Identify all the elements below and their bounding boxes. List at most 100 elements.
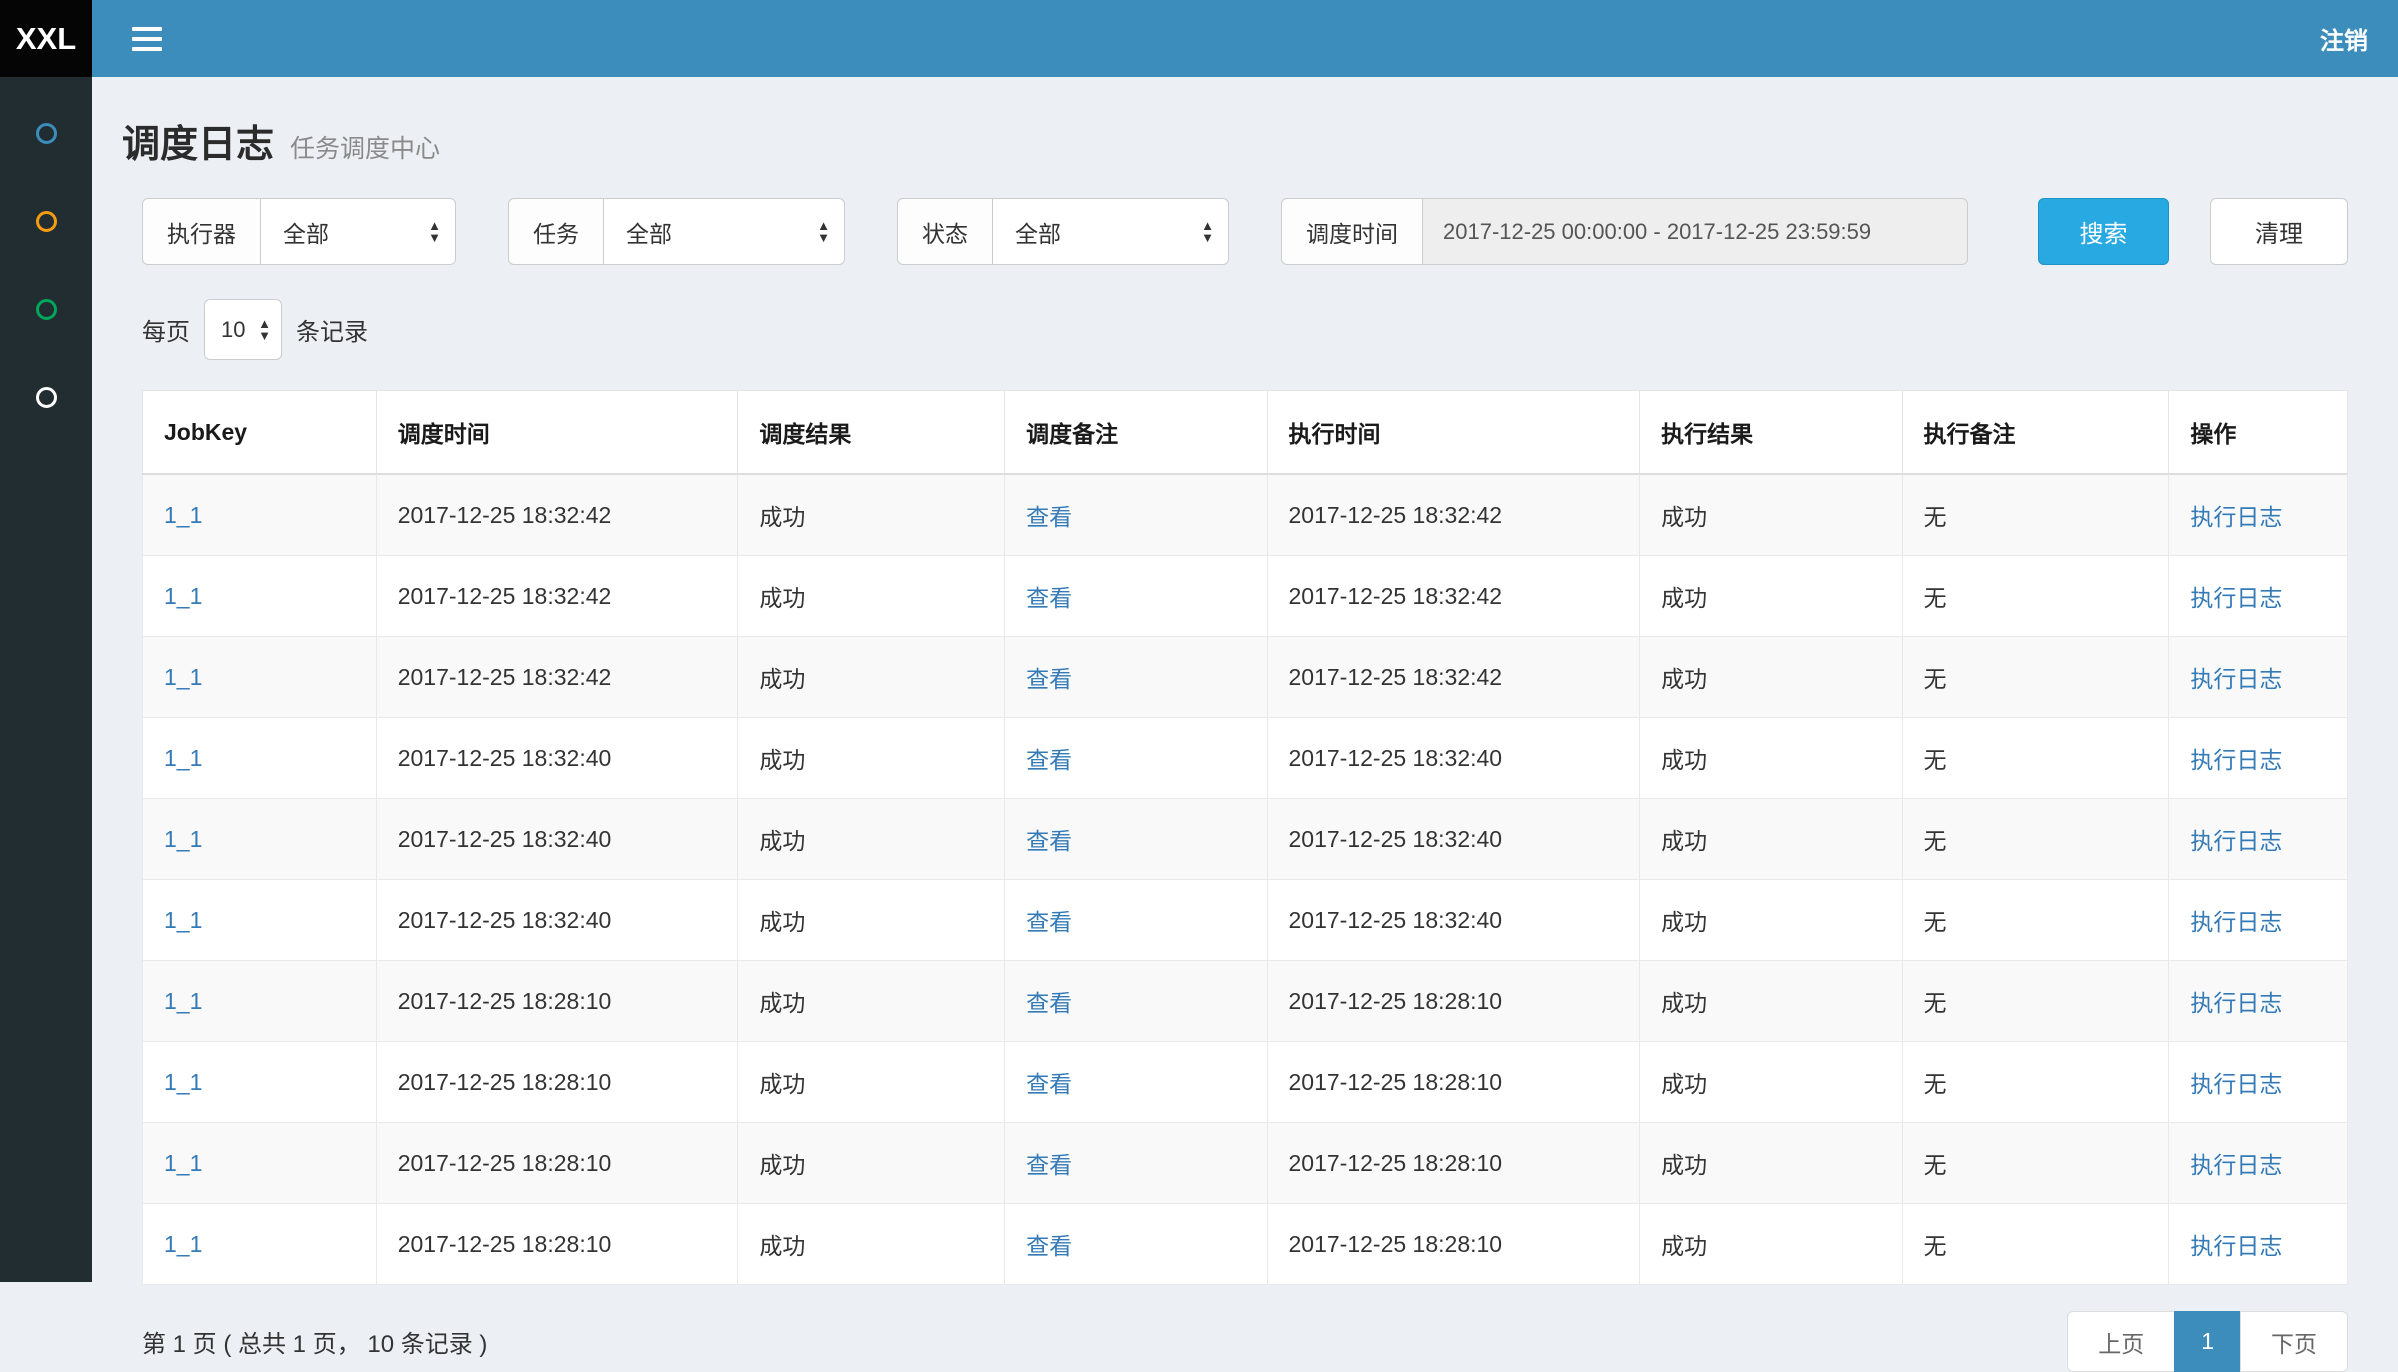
executor-select[interactable]: 全部 ▲▼ <box>260 198 456 265</box>
handle-msg-cell: 无 <box>1902 799 2169 880</box>
table-cell: 1_1 <box>143 1123 377 1204</box>
page-size-prefix-label: 每页 <box>142 312 190 347</box>
trigger-time-cell: 2017-12-25 18:32:40 <box>376 718 738 799</box>
trigger-msg-link[interactable]: 查看 <box>1026 828 1072 854</box>
execution-log-link[interactable]: 执行日志 <box>2190 585 2282 611</box>
page-size-value: 10 <box>221 317 245 343</box>
clear-button[interactable]: 清理 <box>2210 198 2348 265</box>
table-cell: 执行日志 <box>2169 880 2348 961</box>
handle-result-cell: 成功 <box>1640 637 1902 718</box>
jobkey-link[interactable]: 1_1 <box>164 907 202 933</box>
sidebar-item-1[interactable] <box>0 89 92 177</box>
table-cell: 执行日志 <box>2169 961 2348 1042</box>
table-row: 1_12017-12-25 18:28:10成功查看2017-12-25 18:… <box>143 1042 2348 1123</box>
status-select-value: 全部 <box>1015 215 1061 249</box>
sidebar-item-4[interactable] <box>0 353 92 441</box>
logout-link[interactable]: 注销 <box>2320 21 2368 56</box>
table-cell: 1_1 <box>143 556 377 637</box>
app-logo[interactable]: XXL <box>0 0 92 77</box>
trigger-result-cell: 成功 <box>738 474 1005 556</box>
col-header-handle-result: 执行结果 <box>1640 391 1902 475</box>
execution-log-link[interactable]: 执行日志 <box>2190 1233 2282 1259</box>
job-filter-group: 任务 全部 ▲▼ <box>508 198 845 265</box>
execution-log-link[interactable]: 执行日志 <box>2190 990 2282 1016</box>
table-cell: 查看 <box>1005 799 1267 880</box>
table-row: 1_12017-12-25 18:32:42成功查看2017-12-25 18:… <box>143 474 2348 556</box>
status-filter-group: 状态 全部 ▲▼ <box>897 198 1229 265</box>
table-cell: 1_1 <box>143 799 377 880</box>
pagination: 上页 1 下页 <box>2067 1311 2348 1372</box>
col-header-trigger-msg: 调度备注 <box>1005 391 1267 475</box>
main-content: 调度日志 任务调度中心 执行器 全部 ▲▼ 任务 全部 ▲▼ 状态 全部 ▲▼ <box>92 77 2398 1282</box>
handle-time-cell: 2017-12-25 18:28:10 <box>1267 961 1640 1042</box>
sidebar <box>0 77 92 1282</box>
col-header-action: 操作 <box>2169 391 2348 475</box>
col-header-handle-time: 执行时间 <box>1267 391 1640 475</box>
page-title: 调度日志 <box>122 113 274 168</box>
trigger-msg-link[interactable]: 查看 <box>1026 1071 1072 1097</box>
executor-filter-label: 执行器 <box>142 198 261 265</box>
trigger-time-cell: 2017-12-25 18:28:10 <box>376 1204 738 1285</box>
page-size-row: 每页 10 ▲▼ 条记录 <box>142 299 2348 360</box>
table-cell: 1_1 <box>143 880 377 961</box>
jobkey-link[interactable]: 1_1 <box>164 664 202 690</box>
trigger-msg-link[interactable]: 查看 <box>1026 747 1072 773</box>
execution-log-link[interactable]: 执行日志 <box>2190 747 2282 773</box>
jobkey-link[interactable]: 1_1 <box>164 1069 202 1095</box>
trigger-time-filter-label: 调度时间 <box>1281 198 1423 265</box>
sidebar-item-2[interactable] <box>0 177 92 265</box>
jobkey-link[interactable]: 1_1 <box>164 1150 202 1176</box>
circle-icon <box>36 299 57 320</box>
trigger-result-cell: 成功 <box>738 637 1005 718</box>
table-cell: 执行日志 <box>2169 799 2348 880</box>
execution-log-link[interactable]: 执行日志 <box>2190 909 2282 935</box>
table-row: 1_12017-12-25 18:32:40成功查看2017-12-25 18:… <box>143 799 2348 880</box>
handle-msg-cell: 无 <box>1902 1042 2169 1123</box>
trigger-result-cell: 成功 <box>738 1204 1005 1285</box>
jobkey-link[interactable]: 1_1 <box>164 988 202 1014</box>
next-page-button[interactable]: 下页 <box>2240 1311 2348 1372</box>
job-select[interactable]: 全部 ▲▼ <box>603 198 845 265</box>
execution-log-link[interactable]: 执行日志 <box>2190 828 2282 854</box>
jobkey-link[interactable]: 1_1 <box>164 745 202 771</box>
trigger-result-cell: 成功 <box>738 1123 1005 1204</box>
handle-time-cell: 2017-12-25 18:32:42 <box>1267 637 1640 718</box>
trigger-msg-link[interactable]: 查看 <box>1026 504 1072 530</box>
page-size-suffix-label: 条记录 <box>296 312 368 347</box>
execution-log-link[interactable]: 执行日志 <box>2190 1152 2282 1178</box>
trigger-msg-link[interactable]: 查看 <box>1026 585 1072 611</box>
prev-page-button[interactable]: 上页 <box>2067 1311 2175 1372</box>
table-cell: 1_1 <box>143 1042 377 1123</box>
current-page-button[interactable]: 1 <box>2174 1311 2241 1372</box>
select-arrows-icon: ▲▼ <box>428 220 441 244</box>
trigger-result-cell: 成功 <box>738 799 1005 880</box>
table-cell: 执行日志 <box>2169 718 2348 799</box>
table-row: 1_12017-12-25 18:28:10成功查看2017-12-25 18:… <box>143 1123 2348 1204</box>
search-button[interactable]: 搜索 <box>2038 198 2169 265</box>
sidebar-toggle-button[interactable] <box>132 27 162 51</box>
page-size-select[interactable]: 10 ▲▼ <box>204 299 282 360</box>
status-select[interactable]: 全部 ▲▼ <box>992 198 1229 265</box>
jobkey-link[interactable]: 1_1 <box>164 826 202 852</box>
jobkey-link[interactable]: 1_1 <box>164 1231 202 1257</box>
table-cell: 查看 <box>1005 1204 1267 1285</box>
trigger-time-filter-group: 调度时间 <box>1281 198 1968 265</box>
jobkey-link[interactable]: 1_1 <box>164 583 202 609</box>
handle-msg-cell: 无 <box>1902 1204 2169 1285</box>
trigger-msg-link[interactable]: 查看 <box>1026 1152 1072 1178</box>
trigger-msg-link[interactable]: 查看 <box>1026 666 1072 692</box>
trigger-msg-link[interactable]: 查看 <box>1026 990 1072 1016</box>
trigger-time-range-input[interactable] <box>1422 198 1968 265</box>
execution-log-link[interactable]: 执行日志 <box>2190 504 2282 530</box>
jobkey-link[interactable]: 1_1 <box>164 502 202 528</box>
trigger-msg-link[interactable]: 查看 <box>1026 1233 1072 1259</box>
table-row: 1_12017-12-25 18:28:10成功查看2017-12-25 18:… <box>143 961 2348 1042</box>
handle-time-cell: 2017-12-25 18:32:42 <box>1267 556 1640 637</box>
trigger-msg-link[interactable]: 查看 <box>1026 909 1072 935</box>
execution-log-link[interactable]: 执行日志 <box>2190 666 2282 692</box>
handle-msg-cell: 无 <box>1902 637 2169 718</box>
handle-time-cell: 2017-12-25 18:28:10 <box>1267 1204 1640 1285</box>
handle-result-cell: 成功 <box>1640 1204 1902 1285</box>
sidebar-item-3[interactable] <box>0 265 92 353</box>
execution-log-link[interactable]: 执行日志 <box>2190 1071 2282 1097</box>
